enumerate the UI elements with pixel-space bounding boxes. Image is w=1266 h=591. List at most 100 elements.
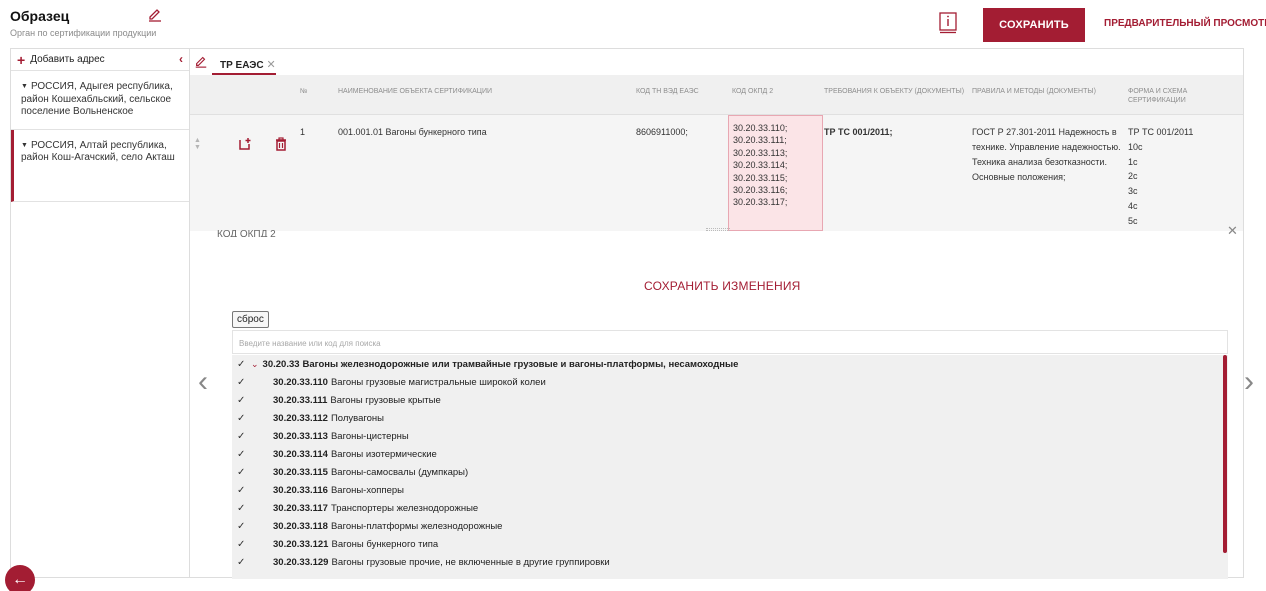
trash-icon[interactable] (274, 137, 288, 151)
check-icon[interactable]: ✓ (237, 521, 249, 532)
check-icon[interactable]: ✓ (237, 359, 249, 370)
tree-item[interactable]: ✓ 30.20.33.115 Вагоны-самосвалы (думпкары) (232, 463, 1228, 481)
close-icon[interactable]: ✕ (1227, 223, 1238, 239)
okpd-code: 30.20.33.113; (733, 147, 788, 158)
tree-item-code: 30.20.33.121 (273, 538, 329, 550)
check-icon[interactable]: ✓ (237, 485, 249, 496)
resize-handle[interactable] (706, 228, 730, 231)
okpd-code: 30.20.33.116; (733, 185, 788, 196)
row-object-name: 001.001.01 Вагоны бункерного типа (338, 127, 487, 137)
tree-item-name: Вагоны изотермические (330, 448, 437, 460)
tree-item-name: Вагоны железнодорожные или трамвайные гр… (302, 358, 739, 370)
save-changes-button[interactable]: СОХРАНИТЬ ИЗМЕНЕНИЯ (644, 279, 801, 293)
form-scheme-item: ТР ТС 001/2011 (1128, 127, 1194, 137)
row-tnved: 8606911000; (636, 127, 688, 137)
content-panel: ТР ЕАЭС ✕ № НАИМЕНОВАНИЕ ОБЪЕКТА СЕРТИФИК… (190, 48, 1244, 579)
tree-item-code: 30.20.33.129 (273, 556, 329, 568)
tree-item-code: 30.20.33.115 (273, 466, 328, 478)
reset-button[interactable]: сброс (232, 311, 269, 328)
tree-item-name: Вагоны-самосвалы (думпкары) (330, 466, 469, 478)
tree-item-name: Вагоны грузовые магистральные широкой ко… (330, 376, 546, 388)
save-button[interactable]: СОХРАНИТЬ (983, 8, 1085, 42)
tree-item[interactable]: ✓ 30.20.33.129 Вагоны грузовые прочие, не … (232, 553, 1228, 571)
row-requirements: ТР ТС 001/2011; (824, 127, 893, 137)
tree-item-code: 30.20.33.116 (273, 484, 328, 496)
chevron-right-icon[interactable]: › (1244, 365, 1254, 399)
check-icon[interactable]: ✓ (237, 557, 249, 568)
search-input[interactable]: Введите название или код для поиска (232, 330, 1228, 354)
check-icon[interactable]: ✓ (237, 503, 249, 514)
tree-item-code: 30.20.33.111 (273, 394, 328, 406)
row-okpd-cell[interactable]: 30.20.33.110; 30.20.33.111; 30.20.33.113… (728, 115, 823, 231)
pencil-icon[interactable] (194, 54, 208, 68)
okpd-code: 30.20.33.110; (733, 123, 788, 133)
page-header: Образец Орган по сертификации продукции … (0, 0, 1266, 46)
okpd-code: 30.20.33.111; (733, 135, 787, 146)
check-icon[interactable]: ✓ (237, 395, 249, 406)
arrow-left-icon[interactable]: ← (5, 565, 35, 591)
form-scheme-item: 3с (1128, 186, 1138, 197)
tree-item[interactable]: ✓ 30.20.33.112 Полувагоны (232, 409, 1228, 427)
tree-item-name: Полувагоны (330, 412, 384, 424)
row-rules: ГОСТ Р 27.301-2011 Надежность в технике.… (972, 127, 1121, 182)
tree-item-name: Вагоны грузовые крытые (330, 394, 441, 406)
tree-item[interactable]: ✓ 30.20.33.116 Вагоны-хопперы (232, 481, 1228, 499)
add-address-button[interactable]: + Добавить адрес ‹ (11, 49, 189, 71)
okpd-panel-label: КОД ОКПД 2 (217, 229, 276, 237)
info-book-icon[interactable] (938, 12, 958, 34)
sort-handle-icon[interactable]: ▲ ▼ (194, 137, 201, 151)
form-scheme-item: 2с (1128, 171, 1138, 182)
add-address-label: Добавить адрес (30, 54, 105, 65)
tree-item-code: 30.20.33.117 (273, 502, 328, 514)
address-item-selected[interactable]: ▼ РОССИЯ, Алтай республика, район Кош-Ага… (11, 129, 189, 202)
okpd-code: 30.20.33.114; (733, 160, 788, 171)
tree-item-code: 30.20.33.118 (273, 520, 328, 532)
tree-item-code: 30.20.33.114 (273, 448, 328, 460)
column-name: НАИМЕНОВАНИЕ ОБЪЕКТА СЕРТИФИКАЦИИ (338, 88, 493, 95)
tree-item[interactable]: ✓ 30.20.33.121 Вагоны бункерного типа (232, 535, 1228, 553)
check-icon[interactable]: ✓ (237, 431, 249, 442)
address-label: РОССИЯ, Адыгея республика, район Кошехаб… (21, 81, 173, 117)
address-sidebar: + Добавить адрес ‹ ▼ РОССИЯ, Адыгея респу… (10, 48, 190, 578)
okpd-code: 30.20.33.117; (733, 197, 788, 208)
certification-table: № НАИМЕНОВАНИЕ ОБЪЕКТА СЕРТИФИКАЦИИ КОД … (190, 75, 1243, 231)
preview-button[interactable]: ПРЕДВАРИТЕЛЬНЫЙ ПРОСМОТР (1104, 18, 1266, 29)
caret-down-icon: ▼ (21, 83, 28, 90)
tree-scrollbar[interactable] (1223, 355, 1227, 553)
chevron-down-icon[interactable]: ⌄ (251, 359, 259, 370)
check-icon[interactable]: ✓ (237, 467, 249, 478)
tree-item[interactable]: ✓ 30.20.33.118 Вагоны-платформы железнодор… (232, 517, 1228, 535)
chevron-left-icon[interactable]: ‹ (198, 365, 208, 399)
copy-icon[interactable] (238, 137, 252, 151)
close-icon[interactable]: ✕ (267, 59, 276, 71)
check-icon[interactable]: ✓ (237, 377, 249, 388)
tree-item-name: Вагоны грузовые прочие, не включенные в … (331, 556, 610, 568)
pencil-icon[interactable] (147, 6, 163, 22)
check-icon[interactable]: ✓ (237, 413, 249, 424)
column-requirements: ТРЕБОВАНИЯ К ОБЪЕКТУ (ДОКУМЕНТЫ) (824, 88, 965, 95)
tree-item-code: 30.20.33.110 (273, 376, 328, 388)
column-okpd: КОД ОКПД 2 (732, 88, 774, 95)
column-tnved: КОД ТН ВЭД ЕАЭС (636, 88, 699, 95)
check-icon[interactable]: ✓ (237, 539, 249, 550)
check-icon[interactable]: ✓ (237, 449, 249, 460)
page-subtitle: Орган по сертификации продукции (10, 28, 157, 38)
tree-item-code: 30.20.33 (262, 358, 300, 370)
column-form: ФОРМА И СХЕМА СЕРТИФИКАЦИИ (1128, 88, 1188, 104)
chevron-left-icon[interactable]: ‹ (179, 52, 183, 66)
tab-tr-eaes[interactable]: ТР ЕАЭС ✕ (212, 49, 276, 75)
tree-item[interactable]: ✓ 30.20.33.111 Вагоны грузовые крытые (232, 391, 1228, 409)
tree-item[interactable]: ✓ 30.20.33.110 Вагоны грузовые магистральн… (232, 373, 1228, 391)
address-item[interactable]: ▼ РОССИЯ, Адыгея республика, район Кошеха… (11, 71, 189, 130)
tree-item-name: Транспортеры железнодорожные (330, 502, 479, 514)
table-row[interactable]: ▲ ▼ 1 001.001.01 Вагоны бункерного типа 8… (190, 115, 1243, 231)
caret-down-icon: ▼ (21, 141, 28, 149)
tree-item-root[interactable]: ✓ ⌄ 30.20.33 Вагоны железнодорожные или … (232, 355, 1228, 373)
tab-bar: ТР ЕАЭС ✕ (190, 49, 1243, 75)
tree-item[interactable]: ✓ 30.20.33.113 Вагоны-цистерны (232, 427, 1228, 445)
column-number: № (300, 88, 308, 95)
tree-item[interactable]: ✓ 30.20.33.114 Вагоны изотермические (232, 445, 1228, 463)
tab-label: ТР ЕАЭС (220, 60, 264, 71)
form-scheme-item: 10с (1128, 141, 1143, 152)
tree-item[interactable]: ✓ 30.20.33.117 Транспортеры железнодорожны… (232, 499, 1228, 517)
